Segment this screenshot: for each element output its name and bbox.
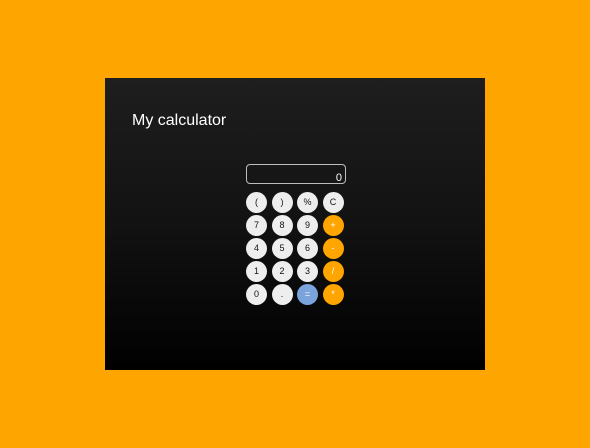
key-divide[interactable]: / <box>322 261 344 282</box>
calculator-display: 0 <box>246 164 346 184</box>
key-1[interactable]: 1 <box>246 261 267 282</box>
key-open-paren[interactable]: ( <box>246 192 267 213</box>
key-2[interactable]: 2 <box>271 261 293 282</box>
key-close-paren[interactable]: ) <box>271 192 293 213</box>
key-3[interactable]: 3 <box>297 261 318 282</box>
key-6[interactable]: 6 <box>297 238 318 259</box>
keypad: ( ) % C 7 8 9 + 4 5 6 - 1 2 3 / 0 . = * <box>246 192 344 305</box>
key-clear[interactable]: C <box>322 192 344 213</box>
key-minus[interactable]: - <box>322 238 344 259</box>
key-percent[interactable]: % <box>297 192 318 213</box>
calculator-window: My calculator 0 ( ) % C 7 8 9 + 4 5 6 - … <box>105 78 485 370</box>
key-4[interactable]: 4 <box>246 238 267 259</box>
display-value: 0 <box>335 172 342 184</box>
key-multiply[interactable]: * <box>322 284 344 305</box>
key-0[interactable]: 0 <box>246 284 267 305</box>
page-title: My calculator <box>132 112 227 129</box>
key-plus[interactable]: + <box>322 215 344 236</box>
key-9[interactable]: 9 <box>297 215 318 236</box>
key-8[interactable]: 8 <box>271 215 293 236</box>
key-equals[interactable]: = <box>297 284 318 305</box>
key-5[interactable]: 5 <box>271 238 293 259</box>
key-7[interactable]: 7 <box>246 215 267 236</box>
key-decimal[interactable]: . <box>271 284 293 305</box>
